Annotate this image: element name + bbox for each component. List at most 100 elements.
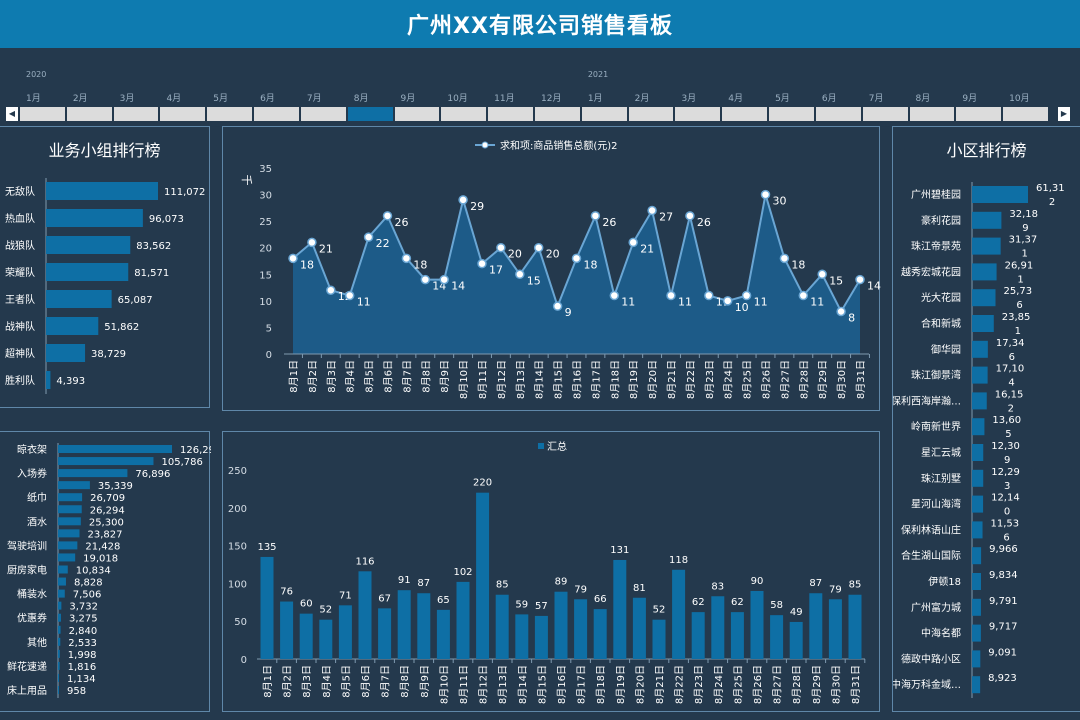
line-data-label: 26 <box>697 216 711 229</box>
group-bar <box>46 263 129 281</box>
timeline-segment[interactable] <box>769 107 816 121</box>
bar-value-label: 85 <box>496 580 509 591</box>
timeline-segment[interactable] <box>862 107 910 121</box>
category-value-label: 2,840 <box>69 626 98 637</box>
community-value-label: 9,791 <box>989 596 1018 607</box>
line-x-tick-label: 8月22日 <box>685 360 697 399</box>
line-data-point <box>760 189 771 200</box>
timeline-segment[interactable] <box>722 107 770 121</box>
community-value-label: 9,091 <box>988 647 1017 658</box>
community-label: 越秀宏城花园 <box>901 265 961 278</box>
category-value-label: 958 <box>67 686 86 697</box>
line-data-point <box>326 285 336 295</box>
line-data-point <box>363 232 374 242</box>
group-ranking-panel: 业务小组排行榜 无敌队 111,072 热血队 96,073 战狼队 83,562 荣耀队 8… <box>0 126 210 408</box>
line-data-point <box>855 274 865 285</box>
category-bar <box>58 493 83 502</box>
timeline-segment[interactable] <box>66 107 114 121</box>
line-x-tick-label: 8月20日 <box>647 360 659 399</box>
timeline-slicer[interactable]: ◀ ▶ 1月 2月 3月 4月 5月 6月 7月 8月 9月 10月 11月 12月 1月 2月 3月 4月 5… <box>0 62 1080 124</box>
line-x-tick-label: 8月29日 <box>817 360 829 399</box>
timeline-segment[interactable] <box>535 107 582 121</box>
line-x-tick-label: 8月18日 <box>609 360 621 399</box>
community-value-label-tail: 6 <box>1016 300 1022 311</box>
timeline-segment[interactable] <box>254 107 301 121</box>
line-data-label: 22 <box>376 237 390 250</box>
bar-x-tick-label: 8月10日 <box>438 665 450 704</box>
category-value-label: 25,300 <box>89 517 124 528</box>
timeline-segment[interactable] <box>675 107 723 121</box>
timeline-prev-button[interactable]: ◀ <box>6 107 18 121</box>
category-bar <box>58 625 61 634</box>
bar-value-label: 116 <box>355 556 374 567</box>
bar-column <box>378 608 392 659</box>
bar-value-label: 79 <box>574 584 587 595</box>
community-label: 德政中路小区 <box>901 652 961 665</box>
timeline-segment[interactable] <box>160 107 208 121</box>
line-data-label: 10 <box>735 301 749 314</box>
bar-column <box>417 593 431 659</box>
community-value-label: 26,91 <box>1005 260 1034 271</box>
community-ranking-chart: 广州碧桂园61,312豪利花园32,189珠江帝景苑31,371越秀宏城花园26… <box>893 182 1065 698</box>
timeline-segment[interactable] <box>628 107 676 121</box>
bar-value-label: 65 <box>437 595 450 606</box>
community-bar <box>972 469 984 487</box>
timeline-next-button[interactable]: ▶ <box>1058 107 1070 121</box>
category-bar <box>58 541 78 550</box>
category-value-label: 19,018 <box>83 553 118 564</box>
group-label: 王者队 <box>5 293 35 306</box>
timeline-segment[interactable] <box>488 107 535 121</box>
timeline-segment[interactable] <box>441 107 489 121</box>
line-chart-panel: 求和项:商品销售总额(元)2 千 0 5 10 15 20 25 30 35 8月1日 8月2日 8月3… <box>222 126 881 411</box>
category-label: 厨房家电 <box>7 564 47 577</box>
community-bar <box>972 211 1002 229</box>
timeline-segment[interactable] <box>956 107 1004 121</box>
category-bar <box>58 661 60 670</box>
category-label: 晾衣架 <box>17 443 47 456</box>
bar-x-tick-label: 8月29日 <box>811 665 823 704</box>
line-data-label: 11 <box>754 296 768 309</box>
line-data-label: 14 <box>867 280 881 293</box>
group-label: 超神队 <box>5 347 35 360</box>
timeline-segment[interactable] <box>815 107 863 121</box>
bar-value-label: 87 <box>417 578 430 589</box>
timeline-month-label: 8月 <box>915 94 931 104</box>
group-label: 荣耀队 <box>5 266 35 279</box>
category-bar <box>58 673 60 682</box>
line-x-tick-label: 8月4日 <box>345 360 357 393</box>
timeline-segment[interactable] <box>300 107 348 121</box>
group-label: 战狼队 <box>5 239 35 252</box>
timeline-month-label: 9月 <box>962 94 978 104</box>
bar-column <box>554 591 568 659</box>
line-data-point <box>722 296 733 306</box>
line-x-tick-label: 8月25日 <box>742 360 754 399</box>
line-y-tick-label: 25 <box>259 217 272 228</box>
community-label: 中海名都 <box>921 627 961 640</box>
category-label: 桶装水 <box>17 588 47 601</box>
timeline-segment[interactable] <box>581 107 629 121</box>
community-bar <box>972 366 988 384</box>
line-data-label: 18 <box>300 258 314 271</box>
bar-column <box>828 599 842 659</box>
timeline-segment[interactable] <box>1003 107 1050 121</box>
community-label: 中海万科金域… <box>893 678 961 691</box>
bar-column <box>730 612 744 659</box>
bar-column <box>299 613 313 659</box>
timeline-segment[interactable] <box>394 107 442 121</box>
line-data-label: 9 <box>565 306 572 319</box>
timeline-segment[interactable] <box>113 107 161 121</box>
header-bar: 广州XX有限公司销售看板 <box>0 0 1080 48</box>
timeline-segment[interactable] <box>909 107 957 121</box>
community-label: 伊顿18 <box>928 575 961 588</box>
group-bar <box>46 371 51 389</box>
timeline-month-label: 4月 <box>166 94 182 104</box>
community-label: 保利西海岸瀚… <box>893 394 961 407</box>
timeline-track[interactable] <box>20 107 1050 121</box>
bar-x-tick-label: 8月7日 <box>380 665 392 698</box>
line-data-point <box>571 253 582 264</box>
timeline-month-label: 12月 <box>541 94 562 104</box>
community-label: 珠江帝景苑 <box>911 240 961 253</box>
timeline-segment[interactable] <box>20 107 67 121</box>
timeline-segment[interactable] <box>207 107 255 121</box>
timeline-segment[interactable] <box>347 107 395 121</box>
